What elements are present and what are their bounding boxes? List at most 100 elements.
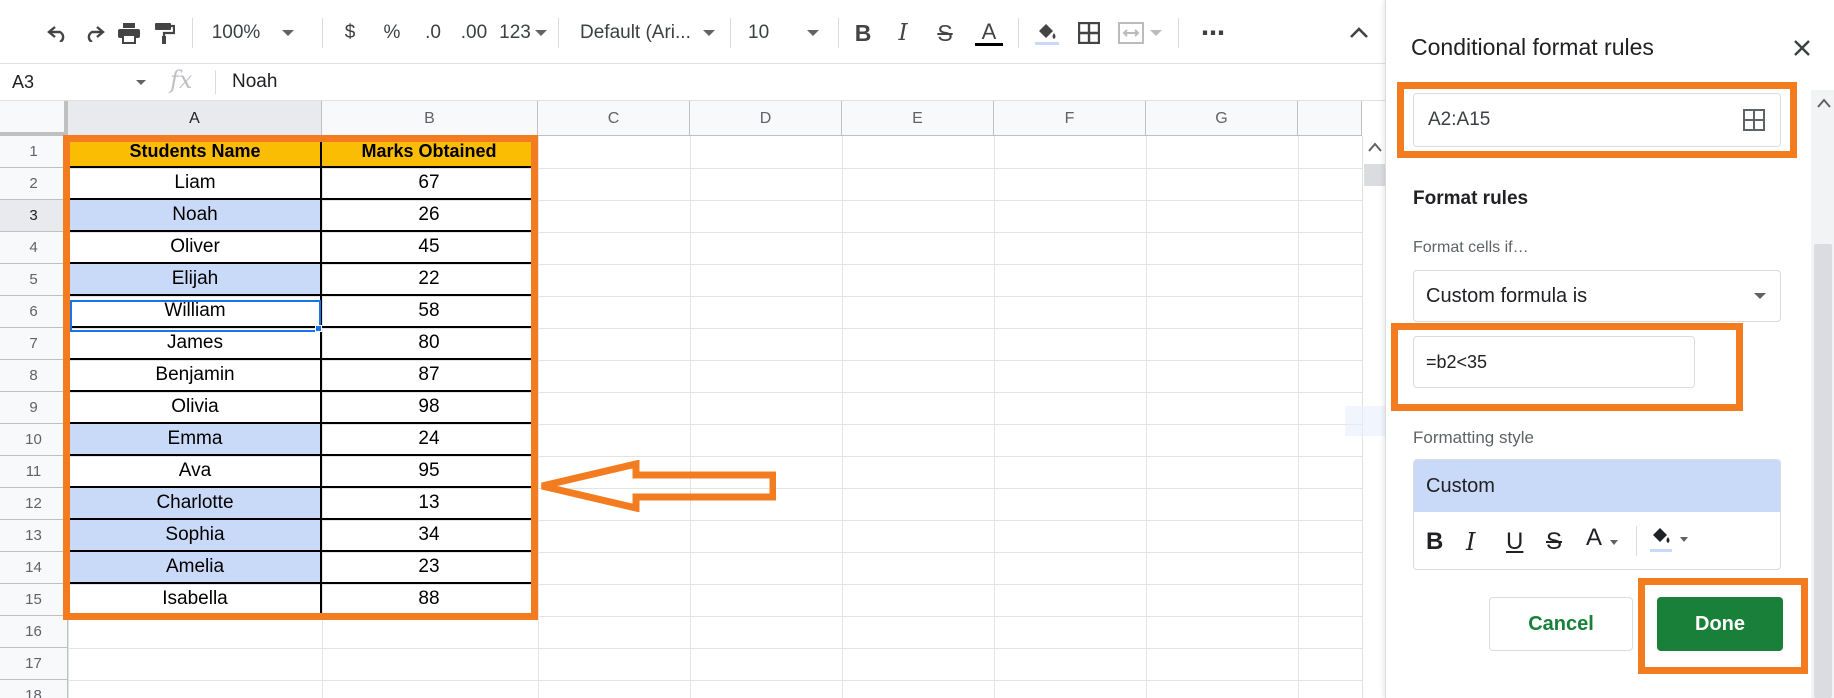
row-header-3[interactable]: 3	[0, 200, 68, 232]
redo-icon[interactable]	[80, 16, 108, 50]
decrease-decimal-button[interactable]: .0	[418, 16, 448, 50]
column-header-d[interactable]: D	[690, 101, 842, 136]
scrollbar-thumb[interactable]	[1814, 244, 1832, 698]
row-header-4[interactable]: 4	[0, 232, 68, 264]
bold-icon[interactable]: B	[850, 16, 876, 50]
fill-color-icon[interactable]	[1648, 524, 1688, 554]
row-header-16[interactable]: 16	[0, 616, 68, 648]
row-header-9[interactable]: 9	[0, 392, 68, 424]
strikethrough-icon[interactable]: S	[932, 16, 958, 50]
spreadsheet-grid[interactable]: ABCDEFG 1 2 3 4 5 6 7 8 9 10 11 12 13 14 15 16 17 18 Stud…	[0, 101, 1385, 698]
marks-cell[interactable]: 95	[322, 456, 538, 488]
more-icon[interactable]: ⋯	[1196, 16, 1230, 50]
marks-cell[interactable]: 13	[322, 488, 538, 520]
row-header-13[interactable]: 13	[0, 520, 68, 552]
column-header-c[interactable]: C	[538, 101, 690, 136]
column-header-g[interactable]: G	[1146, 101, 1298, 136]
name-cell[interactable]: Ava	[70, 456, 322, 488]
grid-select-icon[interactable]	[1742, 108, 1766, 132]
column-header-b[interactable]: B	[322, 101, 538, 136]
marks-cell[interactable]: 87	[322, 360, 538, 392]
scroll-up-icon[interactable]	[1817, 98, 1831, 108]
marks-cell[interactable]: 22	[322, 264, 538, 296]
marks-cell[interactable]: 80	[322, 328, 538, 360]
name-cell[interactable]: Amelia	[70, 552, 322, 584]
row-header-18[interactable]: 18	[0, 680, 68, 698]
cancel-button[interactable]: Cancel	[1489, 597, 1633, 651]
marks-cell[interactable]: 34	[322, 520, 538, 552]
italic-icon[interactable]: I	[890, 16, 916, 50]
name-cell[interactable]: Emma	[70, 424, 322, 456]
name-cell[interactable]: Noah	[70, 200, 322, 232]
name-cell[interactable]: Isabella	[70, 584, 322, 616]
name-cell[interactable]: William	[70, 296, 322, 328]
paint-format-icon[interactable]	[150, 16, 178, 50]
underline-icon[interactable]: U	[1506, 528, 1523, 556]
name-cell[interactable]: Benjamin	[70, 360, 322, 392]
name-cell[interactable]: Oliver	[70, 232, 322, 264]
marks-cell[interactable]: 88	[322, 584, 538, 616]
header-cell-marks-obtained[interactable]: Marks Obtained	[322, 136, 538, 168]
row-header-1[interactable]: 1	[0, 136, 68, 168]
increase-decimal-button[interactable]: .00	[456, 16, 492, 50]
name-cell[interactable]: Liam	[70, 168, 322, 200]
row-header-14[interactable]: 14	[0, 552, 68, 584]
column-header-a[interactable]: A	[68, 101, 322, 136]
header-cell-students-name[interactable]: Students Name	[70, 136, 322, 168]
row-header-10[interactable]: 10	[0, 424, 68, 456]
row-header-5[interactable]: 5	[0, 264, 68, 296]
marks-cell[interactable]: 98	[322, 392, 538, 424]
condition-select[interactable]: Custom formula is	[1413, 270, 1781, 322]
row-header-15[interactable]: 15	[0, 584, 68, 616]
percent-button[interactable]: %	[378, 16, 406, 50]
marks-cell[interactable]: 23	[322, 552, 538, 584]
column-header-e[interactable]: E	[842, 101, 994, 136]
column-header-f[interactable]: F	[994, 101, 1146, 136]
range-input[interactable]: A2:A15	[1413, 93, 1781, 147]
italic-icon[interactable]: I	[1466, 528, 1475, 556]
font-size-select[interactable]: 10	[748, 16, 828, 50]
marks-cell[interactable]: 67	[322, 168, 538, 200]
text-color-icon[interactable]: A	[972, 16, 1006, 50]
done-button[interactable]: Done	[1657, 597, 1783, 651]
row-header-6[interactable]: 6	[0, 296, 68, 328]
number-format-select[interactable]: 123	[498, 16, 548, 50]
style-preview[interactable]: Custom	[1414, 460, 1780, 512]
text-color-icon[interactable]: A	[1586, 524, 1619, 552]
panel-scrollbar[interactable]	[1811, 90, 1834, 698]
row-header-17[interactable]: 17	[0, 648, 68, 680]
name-cell[interactable]: Sophia	[70, 520, 322, 552]
fill-handle[interactable]	[315, 325, 322, 332]
scroll-up-icon[interactable]	[1368, 142, 1382, 152]
bold-icon[interactable]: B	[1426, 528, 1443, 556]
marks-cell[interactable]: 24	[322, 424, 538, 456]
marks-cell[interactable]: 45	[322, 232, 538, 264]
select-all-corner[interactable]	[0, 101, 68, 136]
name-box[interactable]: A3	[0, 64, 152, 100]
name-cell[interactable]: Elijah	[70, 264, 322, 296]
column-header-partial[interactable]	[1298, 101, 1362, 136]
row-header-8[interactable]: 8	[0, 360, 68, 392]
zoom-select[interactable]: 100%	[208, 16, 298, 50]
undo-icon[interactable]	[44, 16, 72, 50]
chevron-up-icon[interactable]	[1344, 16, 1374, 50]
marks-cell[interactable]: 26	[322, 200, 538, 232]
currency-button[interactable]: $	[336, 16, 364, 50]
print-icon[interactable]	[114, 16, 144, 50]
strikethrough-icon[interactable]: S	[1546, 528, 1562, 556]
row-header-11[interactable]: 11	[0, 456, 68, 488]
row-header-2[interactable]: 2	[0, 168, 68, 200]
formula-input[interactable]: Noah	[232, 64, 277, 100]
fill-color-icon[interactable]	[1030, 16, 1064, 50]
font-select[interactable]: Default (Ari...	[580, 16, 720, 50]
name-cell[interactable]: Olivia	[70, 392, 322, 424]
row-header-12[interactable]: 12	[0, 488, 68, 520]
merge-cells-icon[interactable]	[1114, 16, 1166, 50]
name-cell[interactable]: James	[70, 328, 322, 360]
scrollbar-thumb[interactable]	[1364, 164, 1385, 186]
borders-icon[interactable]	[1074, 16, 1104, 50]
custom-formula-input[interactable]: =b2<35	[1413, 336, 1695, 388]
marks-cell[interactable]: 58	[322, 296, 538, 328]
close-icon[interactable]	[1788, 34, 1816, 62]
row-header-7[interactable]: 7	[0, 328, 68, 360]
